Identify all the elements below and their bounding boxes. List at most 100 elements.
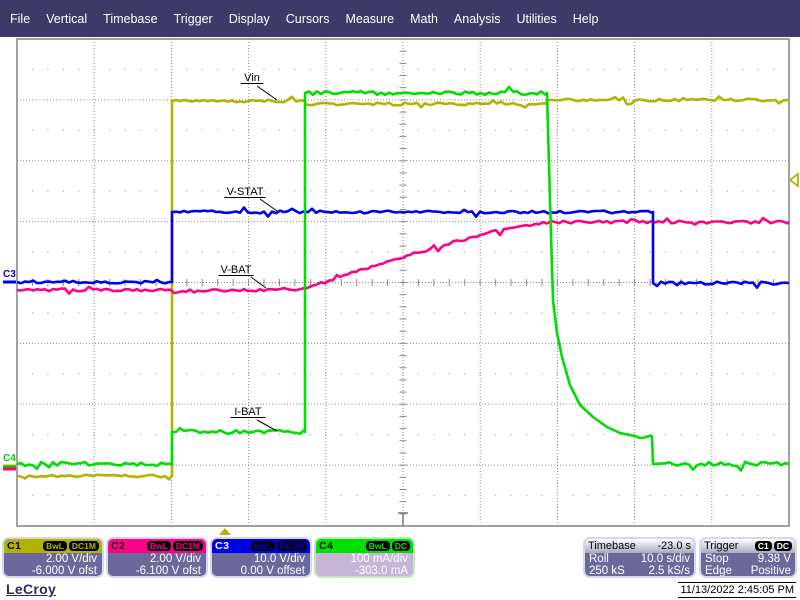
- minor-dot: [603, 495, 604, 496]
- menu-item-display[interactable]: Display: [229, 12, 270, 26]
- minor-dot: [202, 251, 203, 252]
- minor-dot: [325, 191, 326, 192]
- channel-descriptor-c1[interactable]: C1 BwLDC1M 2.00 V/div -6.000 V ofst: [2, 537, 104, 578]
- minor-dot: [140, 312, 141, 313]
- menu-item-analysis[interactable]: Analysis: [454, 12, 501, 26]
- minor-dot: [63, 191, 64, 192]
- channel-descriptor-c2[interactable]: C2 BwLDC1M 2.00 V/div -6.100 V ofst: [106, 537, 208, 578]
- minor-dot: [248, 130, 249, 131]
- minor-dot: [449, 373, 450, 374]
- minor-dot: [541, 130, 542, 131]
- minor-dot: [433, 373, 434, 374]
- minor-dot: [63, 130, 64, 131]
- minor-dot: [634, 69, 635, 70]
- minor-dot: [341, 312, 342, 313]
- minor-dot: [510, 495, 511, 496]
- oscilloscope-screen: File Vertical Timebase Trigger Display C…: [0, 0, 800, 600]
- menu-item-math[interactable]: Math: [410, 12, 438, 26]
- minor-dot: [32, 191, 33, 192]
- trigger-coupling-badge: DC: [774, 541, 792, 551]
- minor-dot: [603, 373, 604, 374]
- minor-dot: [294, 434, 295, 435]
- channel-descriptor-c3[interactable]: C3 BwLDC1M 10.0 V/div 0.00 V offset: [210, 537, 312, 578]
- minor-dot: [124, 373, 125, 374]
- minor-dot: [387, 312, 388, 313]
- minor-dot: [557, 495, 558, 496]
- channel-id: C3: [215, 540, 229, 552]
- minor-dot: [449, 69, 450, 70]
- minor-dot: [526, 191, 527, 192]
- trigger-time-marker[interactable]: [219, 528, 231, 535]
- minor-dot: [155, 495, 156, 496]
- minor-dot: [433, 434, 434, 435]
- label-pointer-line: [257, 420, 277, 431]
- waveform-display[interactable]: VinV-STATV-BATI-BATC3C4: [0, 0, 800, 600]
- minor-dot: [341, 69, 342, 70]
- minor-dot: [310, 312, 311, 313]
- menu-item-file[interactable]: File: [10, 12, 30, 26]
- minor-dot: [773, 495, 774, 496]
- minor-dot: [526, 251, 527, 252]
- minor-dot: [325, 434, 326, 435]
- minor-dot: [186, 495, 187, 496]
- minor-dot: [742, 434, 743, 435]
- minor-dot: [510, 251, 511, 252]
- label-pointer-line: [260, 199, 277, 211]
- minor-dot: [109, 191, 110, 192]
- minor-dot: [372, 312, 373, 313]
- trigger-level-marker[interactable]: [790, 174, 798, 186]
- menu-item-utilities[interactable]: Utilities: [516, 12, 556, 26]
- minor-dot: [418, 130, 419, 131]
- minor-dot: [588, 130, 589, 131]
- coupling-badge: DC1M: [173, 541, 203, 551]
- minor-dot: [449, 191, 450, 192]
- minor-dot: [742, 373, 743, 374]
- minor-dot: [649, 69, 650, 70]
- channel-id: C4: [319, 540, 333, 552]
- minor-dot: [649, 251, 650, 252]
- minor-dot: [665, 130, 666, 131]
- minor-dot: [202, 434, 203, 435]
- timebase-descriptor[interactable]: Timebase-23.0 s Roll10.0 s/div 250 kS2.5…: [583, 537, 696, 578]
- channel-marker-C4: C4: [3, 453, 16, 464]
- trigger-descriptor[interactable]: Trigger C1DC Stop9.38 V EdgePositive: [699, 537, 797, 578]
- menu-item-cursors[interactable]: Cursors: [286, 12, 330, 26]
- minor-dot: [94, 251, 95, 252]
- minor-dot: [248, 69, 249, 70]
- minor-dot: [372, 434, 373, 435]
- menu-item-measure[interactable]: Measure: [345, 12, 394, 26]
- offset-value: -303.0 mA: [316, 565, 413, 577]
- minor-dot: [202, 69, 203, 70]
- minor-dot: [680, 312, 681, 313]
- minor-dot: [233, 373, 234, 374]
- menu-item-help[interactable]: Help: [573, 12, 599, 26]
- minor-dot: [680, 69, 681, 70]
- minor-dot: [341, 373, 342, 374]
- minor-dot: [294, 373, 295, 374]
- minor-dot: [727, 312, 728, 313]
- channel-id: C1: [7, 540, 21, 552]
- minor-dot: [572, 495, 573, 496]
- minor-dot: [727, 434, 728, 435]
- minor-dot: [696, 130, 697, 131]
- minor-dot: [433, 312, 434, 313]
- minor-dot: [109, 434, 110, 435]
- minor-dot: [449, 251, 450, 252]
- minor-dot: [171, 69, 172, 70]
- menu-item-vertical[interactable]: Vertical: [46, 12, 87, 26]
- minor-dot: [310, 251, 311, 252]
- channel-descriptor-c4[interactable]: C4 BwLDC 100 mA/div -303.0 mA: [314, 537, 415, 578]
- bwl-badge: BwL: [147, 541, 171, 551]
- minor-dot: [495, 251, 496, 252]
- trace-label-V-STAT: V-STAT: [227, 186, 264, 198]
- minor-dot: [341, 191, 342, 192]
- minor-dot: [140, 191, 141, 192]
- minor-dot: [294, 312, 295, 313]
- minor-dot: [109, 69, 110, 70]
- menu-item-timebase[interactable]: Timebase: [103, 12, 157, 26]
- minor-dot: [495, 312, 496, 313]
- minor-dot: [619, 312, 620, 313]
- minor-dot: [696, 69, 697, 70]
- minor-dot: [140, 251, 141, 252]
- menu-item-trigger[interactable]: Trigger: [174, 12, 213, 26]
